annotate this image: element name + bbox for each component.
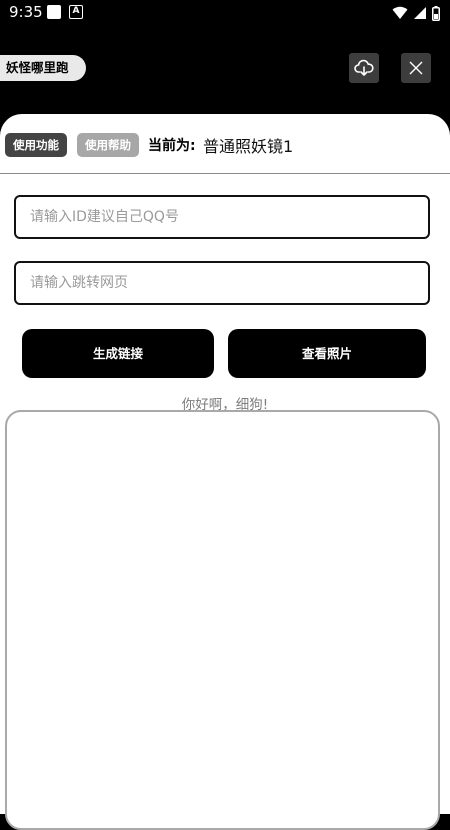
wifi-icon xyxy=(392,6,408,19)
tab-use-help[interactable]: 使用帮助 xyxy=(77,133,139,157)
signal-icon xyxy=(414,7,426,19)
status-time: 9:35 xyxy=(9,3,43,21)
app-name-pill: 妖怪哪里跑 xyxy=(0,55,86,81)
redirect-url-input[interactable] xyxy=(14,261,430,305)
cloud-download-button[interactable] xyxy=(349,53,379,83)
close-icon xyxy=(409,61,423,75)
notification-a-icon: A xyxy=(69,5,83,19)
view-photos-button[interactable]: 查看照片 xyxy=(228,329,426,378)
current-mode-value: 普通照妖镜1 xyxy=(203,137,294,156)
id-input[interactable] xyxy=(14,195,430,239)
status-bar: 9:35 A xyxy=(0,0,450,26)
notification-icon xyxy=(47,5,61,19)
current-mode-label: 当前为: xyxy=(148,138,196,154)
divider xyxy=(0,173,450,174)
main-sheet: 使用功能 使用帮助 当前为: 普通照妖镜1 生成链接 查看照片 你好啊，细狗! xyxy=(0,114,450,830)
battery-icon xyxy=(432,5,440,21)
result-box[interactable] xyxy=(5,410,440,830)
tab-use-function[interactable]: 使用功能 xyxy=(5,133,67,157)
generate-link-button[interactable]: 生成链接 xyxy=(22,329,214,378)
close-button[interactable] xyxy=(401,53,431,83)
cloud-download-icon xyxy=(354,59,374,76)
